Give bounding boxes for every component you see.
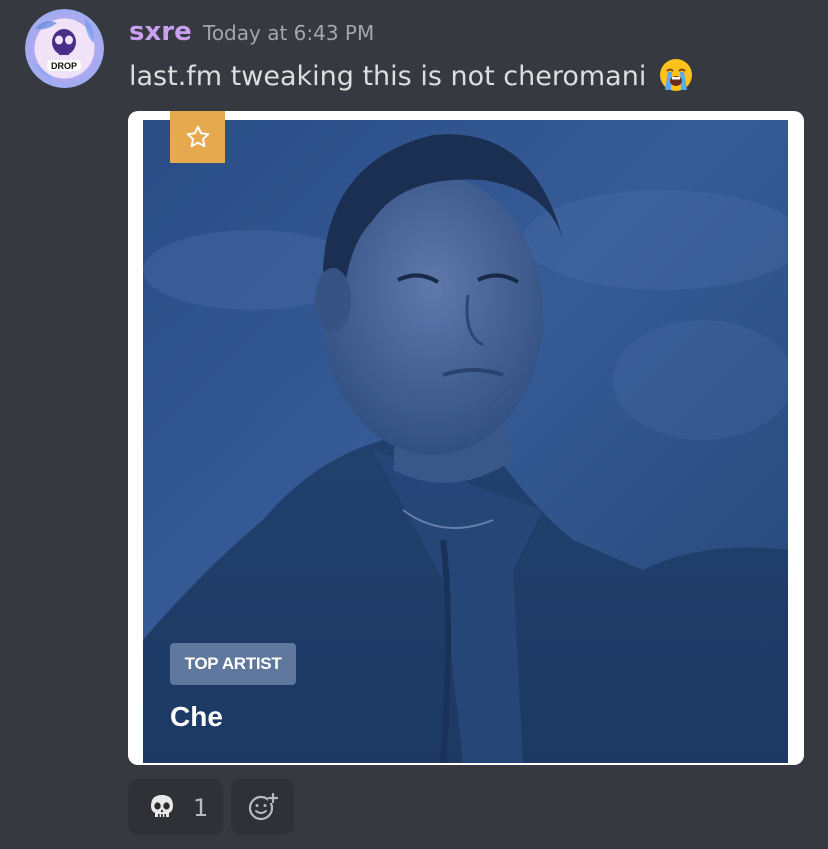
author-username[interactable]: sxre <box>129 14 192 50</box>
favorite-star-badge[interactable] <box>170 111 225 163</box>
user-avatar[interactable]: DROP <box>25 9 104 88</box>
avatar-image: DROP <box>25 9 104 88</box>
loudly-crying-face-icon <box>659 58 693 92</box>
message-text: last.fm tweaking this is not cheromani <box>129 61 647 92</box>
chat-message: DROP sxre Today at 6:43 PM last.fm tweak… <box>0 0 828 849</box>
star-icon <box>186 125 209 148</box>
add-reaction-button[interactable] <box>231 779 294 835</box>
message-timestamp: Today at 6:43 PM <box>203 21 375 45</box>
top-artist-badge: TOP ARTIST <box>170 643 296 685</box>
message-content: last.fm tweaking this is not cheromani <box>129 57 693 97</box>
artist-name: Che <box>170 701 223 732</box>
avatar-label: DROP <box>51 61 77 71</box>
add-reaction-icon <box>248 792 278 821</box>
reaction-count: 1 <box>193 794 209 822</box>
reaction-skull[interactable] <box>128 779 223 835</box>
skull-icon <box>148 793 176 825</box>
